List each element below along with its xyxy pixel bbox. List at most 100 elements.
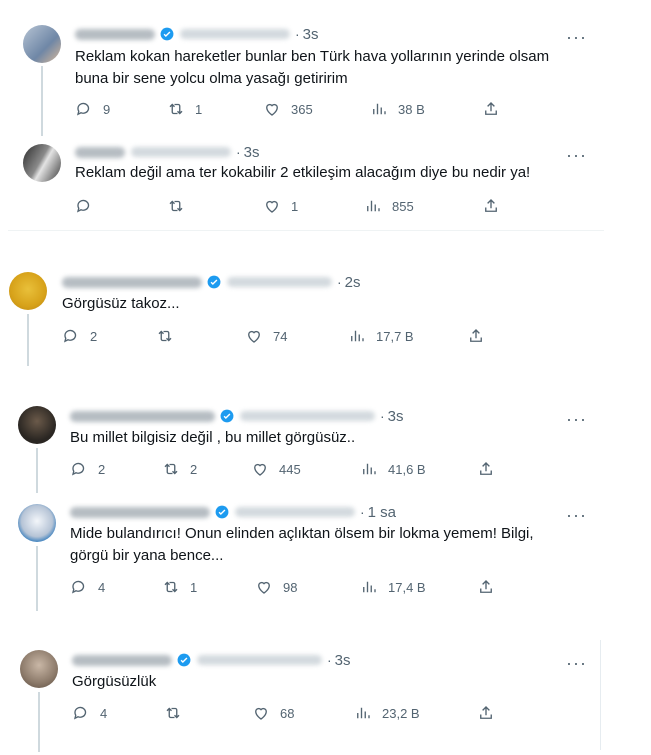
views-button[interactable]: 17,7 B xyxy=(348,327,414,345)
retweet-button[interactable]: 1 xyxy=(167,100,202,118)
tweet-header[interactable]: · 3s xyxy=(70,406,404,426)
tweet-header[interactable]: · 3s xyxy=(75,24,319,44)
reply-button[interactable]: 2 xyxy=(62,327,97,345)
timestamp[interactable]: 3s xyxy=(244,144,260,161)
retweet-count: 1 xyxy=(190,579,198,595)
like-icon xyxy=(255,707,267,720)
tweet-1[interactable]: · 3s ··· Reklam kokan hareketler bunlar … xyxy=(0,0,651,140)
views-button[interactable]: 41,6 B xyxy=(360,460,426,478)
views-icon xyxy=(367,200,380,212)
like-button[interactable]: 1 xyxy=(263,197,298,215)
author-name[interactable] xyxy=(62,276,202,288)
action-bar: 2 2 445 41,6 B xyxy=(70,460,510,480)
views-count: 23,2 B xyxy=(382,705,420,721)
like-button[interactable]: 74 xyxy=(245,327,287,345)
timestamp[interactable]: 3s xyxy=(388,408,404,425)
separator-dot: · xyxy=(327,652,332,668)
views-button[interactable]: 38 B xyxy=(370,100,425,118)
avatar[interactable] xyxy=(18,504,56,542)
timestamp[interactable]: 2s xyxy=(345,274,361,291)
author-handle[interactable] xyxy=(131,147,231,157)
timestamp[interactable]: 3s xyxy=(335,652,351,669)
retweet-button[interactable] xyxy=(164,704,192,722)
separator-dot: · xyxy=(380,408,385,424)
thread-line xyxy=(27,314,29,366)
author-handle[interactable] xyxy=(227,277,332,287)
like-icon xyxy=(248,330,260,343)
avatar[interactable] xyxy=(20,650,58,688)
more-icon[interactable]: ··· xyxy=(566,146,587,164)
like-count: 68 xyxy=(280,705,295,721)
share-button[interactable] xyxy=(477,460,495,478)
share-button[interactable] xyxy=(477,704,495,722)
avatar[interactable] xyxy=(23,144,61,182)
reply-count: 9 xyxy=(103,101,111,117)
reply-button[interactable]: 4 xyxy=(70,578,105,596)
author-handle[interactable] xyxy=(180,29,290,39)
author-name[interactable] xyxy=(72,654,172,666)
more-icon[interactable]: ··· xyxy=(566,506,587,524)
tweet-header[interactable]: · 3s xyxy=(72,650,351,670)
views-button[interactable]: 855 xyxy=(364,197,414,215)
retweet-icon xyxy=(169,103,183,115)
author-handle[interactable] xyxy=(240,411,375,421)
reply-button[interactable]: 4 xyxy=(72,704,107,722)
retweet-button[interactable]: 2 xyxy=(162,460,197,478)
author-name[interactable] xyxy=(75,146,125,158)
timestamp[interactable]: 1 sa xyxy=(368,504,396,521)
retweet-button[interactable] xyxy=(156,327,184,345)
like-button[interactable]: 98 xyxy=(255,578,297,596)
reply-count: 2 xyxy=(98,461,106,477)
author-name[interactable] xyxy=(70,410,215,422)
tweet-5[interactable]: · 1 sa ··· Mide bulandırıcı! Onun elinde… xyxy=(0,496,651,616)
like-button[interactable]: 365 xyxy=(263,100,313,118)
more-icon[interactable]: ··· xyxy=(566,654,587,672)
reply-button[interactable] xyxy=(75,197,103,215)
reply-button[interactable]: 2 xyxy=(70,460,105,478)
panel-border xyxy=(600,640,601,750)
retweet-count: 1 xyxy=(195,101,203,117)
tweet-header[interactable]: · 1 sa xyxy=(70,502,396,522)
reply-button[interactable]: 9 xyxy=(75,100,110,118)
like-icon xyxy=(266,200,278,213)
views-button[interactable]: 23,2 B xyxy=(354,704,420,722)
share-button[interactable] xyxy=(482,100,500,118)
tweet-header[interactable]: · 3s xyxy=(75,142,260,162)
avatar[interactable] xyxy=(23,25,61,63)
retweet-button[interactable]: 1 xyxy=(162,578,197,596)
author-handle[interactable] xyxy=(197,655,322,665)
like-button[interactable]: 445 xyxy=(251,460,301,478)
tweet-2[interactable]: · 3s ··· Reklam değil ama ter kokabilir … xyxy=(0,140,651,230)
reply-icon xyxy=(76,102,90,116)
tweet-header[interactable]: · 2s xyxy=(62,272,361,292)
more-icon[interactable]: ··· xyxy=(566,28,587,46)
tweet-6[interactable]: · 3s ··· Görgüsüzlük 4 68 23,2 B xyxy=(0,642,600,755)
like-count: 74 xyxy=(273,328,288,344)
views-count: 41,6 B xyxy=(388,461,426,477)
verified-icon xyxy=(207,275,221,289)
views-count: 17,4 B xyxy=(388,579,426,595)
tweet-4[interactable]: · 3s ··· Bu millet bilgisiz değil , bu m… xyxy=(0,398,651,496)
share-icon xyxy=(480,580,492,593)
tweet-3[interactable]: · 2s Görgüsüz takoz... 2 74 17,7 B xyxy=(0,262,651,382)
views-button[interactable]: 17,4 B xyxy=(360,578,426,596)
more-icon[interactable]: ··· xyxy=(566,410,587,428)
share-icon xyxy=(485,199,497,212)
share-icon xyxy=(485,102,497,115)
timestamp[interactable]: 3s xyxy=(303,26,319,43)
share-button[interactable] xyxy=(467,327,485,345)
like-count: 445 xyxy=(279,461,301,477)
avatar[interactable] xyxy=(9,272,47,310)
share-icon xyxy=(480,706,492,719)
author-name[interactable] xyxy=(75,28,155,40)
action-bar: 2 74 17,7 B xyxy=(62,327,502,347)
share-icon xyxy=(470,329,482,342)
author-name[interactable] xyxy=(70,506,210,518)
author-handle[interactable] xyxy=(235,507,355,517)
share-button[interactable] xyxy=(482,197,500,215)
retweet-button[interactable] xyxy=(167,197,195,215)
like-button[interactable]: 68 xyxy=(252,704,294,722)
share-button[interactable] xyxy=(477,578,495,596)
avatar[interactable] xyxy=(18,406,56,444)
action-bar: 4 68 23,2 B xyxy=(72,704,512,724)
